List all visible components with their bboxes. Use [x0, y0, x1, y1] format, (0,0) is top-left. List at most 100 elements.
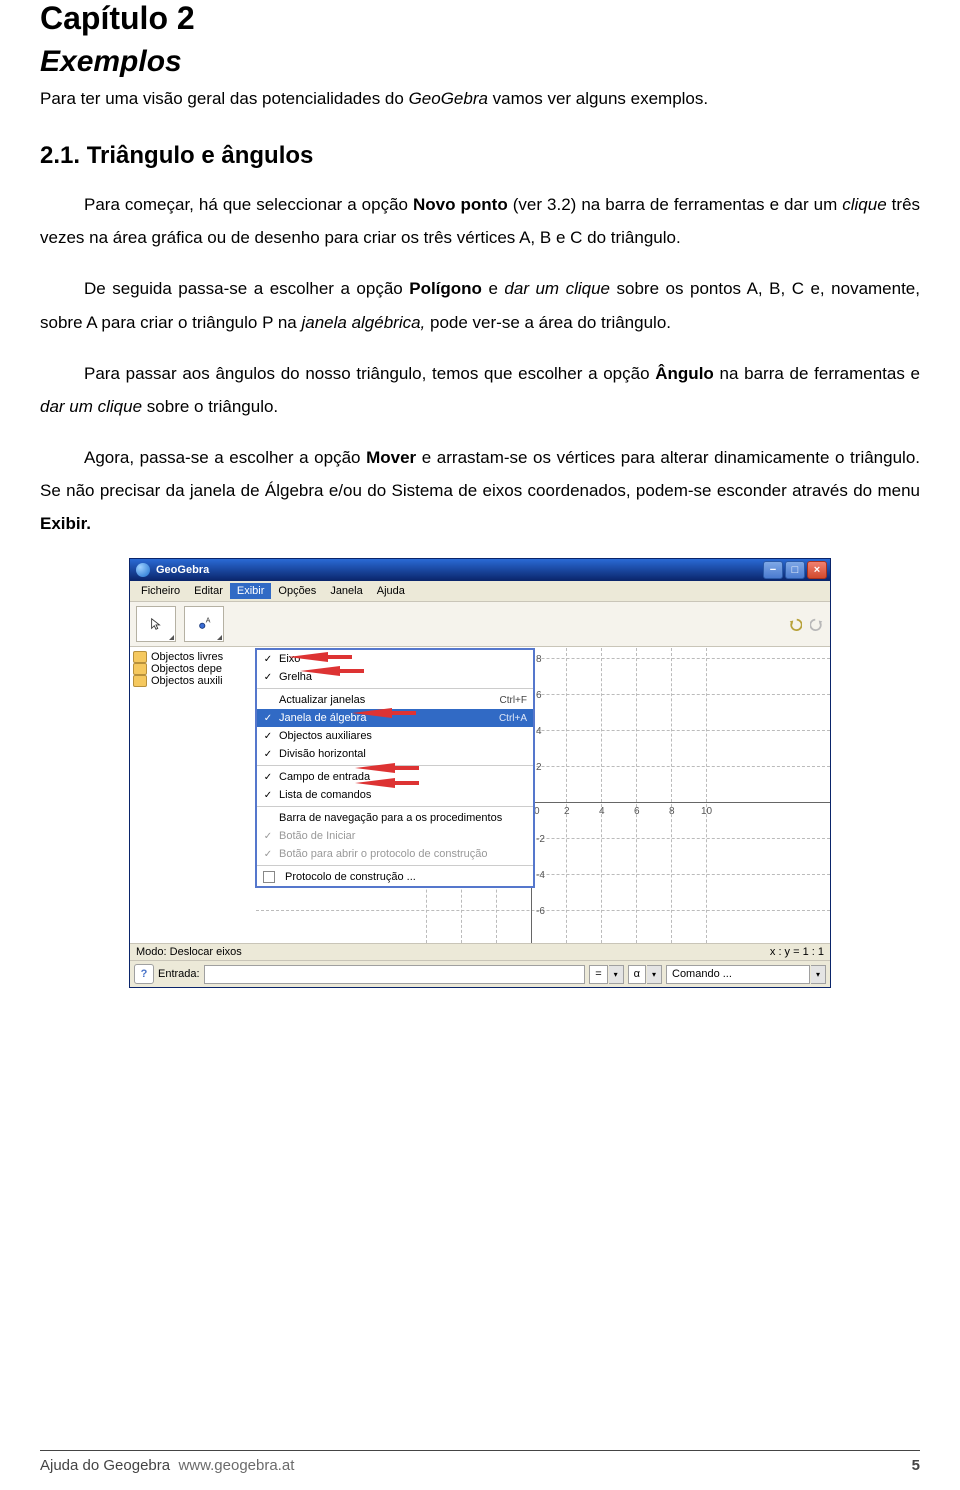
axis-label: -4: [536, 870, 545, 881]
check-icon: ✓: [263, 731, 273, 742]
page-number: 5: [912, 1457, 920, 1474]
text-italic: dar um clique: [504, 279, 610, 298]
menu-item-botao-iniciar: ✓ Botão de Iniciar: [257, 827, 533, 845]
axis-label: 4: [599, 806, 605, 817]
text: (ver 3.2) na barra de ferramentas e dar …: [508, 195, 843, 214]
menu-ajuda[interactable]: Ajuda: [370, 583, 412, 599]
text-italic: GeoGebra: [409, 89, 488, 108]
check-icon: ✓: [263, 749, 273, 760]
menu-separator: [257, 865, 533, 866]
shortcut: Ctrl+A: [499, 713, 527, 724]
menu-ficheiro[interactable]: Ficheiro: [134, 583, 187, 599]
chevron-down-icon: ▾: [647, 965, 662, 984]
text: na barra de ferramentas e: [714, 364, 920, 383]
symbol-equals-dropdown[interactable]: =▾: [589, 965, 623, 984]
redo-icon[interactable]: [810, 617, 824, 631]
annotation-arrow-icon: [352, 708, 392, 718]
footer-title: Ajuda do Geogebra: [40, 1457, 170, 1474]
menu-item-lista-comandos[interactable]: ✓ Lista de comandos: [257, 786, 533, 804]
status-ratio: x : y = 1 : 1: [770, 946, 824, 958]
menu-opcoes[interactable]: Opções: [271, 583, 323, 599]
menu-item-grelha[interactable]: ✓Grelha: [257, 668, 533, 686]
folder-icon: [133, 663, 147, 675]
maximize-button[interactable]: □: [785, 561, 805, 579]
check-icon: ✓: [263, 790, 273, 801]
menu-item-actualizar[interactable]: Actualizar janelas Ctrl+F: [257, 691, 533, 709]
screenshot-figure: GeoGebra − □ × Ficheiro Editar Exibir Op…: [40, 558, 920, 988]
dropdown-value: Comando ...: [666, 965, 810, 984]
minimize-button[interactable]: −: [763, 561, 783, 579]
chapter-subtitle: Exemplos: [40, 45, 920, 79]
text-bold: Ângulo: [655, 364, 714, 383]
menu-item-botao-abrir: ✓Botão para abrir o protocolo de constru…: [257, 845, 533, 863]
annotation-arrow-icon: [288, 652, 328, 662]
paragraph: De seguida passa-se a escolher a opção P…: [40, 272, 920, 338]
menu-janela[interactable]: Janela: [323, 583, 369, 599]
annotation-arrow-icon: [355, 778, 395, 788]
text: De seguida passa-se a escolher a opção: [84, 279, 409, 298]
app-window: GeoGebra − □ × Ficheiro Editar Exibir Op…: [129, 558, 831, 988]
axis-label: 6: [634, 806, 640, 817]
tool-point[interactable]: A: [184, 606, 224, 642]
menu-item-protocolo[interactable]: Protocolo de construção ...: [257, 868, 533, 886]
dropdown-value: =: [589, 965, 607, 984]
shortcut: Ctrl+F: [500, 695, 528, 706]
text: vamos ver alguns exemplos.: [488, 89, 708, 108]
check-icon: ✓: [263, 831, 273, 842]
folder-dependent[interactable]: Objectos depe: [133, 663, 253, 675]
square-icon: [263, 871, 275, 883]
footer-rule: [40, 1450, 920, 1451]
lead-paragraph: Para ter uma visão geral das potencialid…: [40, 85, 920, 112]
paragraph: Para começar, há que seleccionar a opção…: [40, 188, 920, 254]
text-italic: dar um clique: [40, 397, 142, 416]
tool-move[interactable]: [136, 606, 176, 642]
menu-separator: [257, 688, 533, 689]
status-bar: Modo: Deslocar eixos x : y = 1 : 1: [130, 943, 830, 960]
menu-label: Lista de comandos: [279, 789, 371, 801]
command-dropdown[interactable]: Comando ...▾: [666, 965, 826, 984]
annotation-arrow-icon: [355, 763, 395, 773]
axis-label: 2: [564, 806, 570, 817]
algebra-panel: Objectos livres Objectos depe Objectos a…: [130, 648, 256, 943]
folder-label: Objectos depe: [151, 663, 222, 675]
help-button[interactable]: ?: [134, 964, 154, 984]
axis-label: 10: [701, 806, 712, 817]
menu-item-obj-aux[interactable]: ✓ Objectos auxiliares: [257, 727, 533, 745]
status-mode: Modo: Deslocar eixos: [136, 946, 242, 958]
undo-icon[interactable]: [788, 617, 802, 631]
text-italic: clique: [842, 195, 886, 214]
check-icon: ✓: [263, 672, 273, 683]
app-icon: [136, 563, 150, 577]
symbol-alpha-dropdown[interactable]: α▾: [628, 965, 662, 984]
menu-item-barra-nav[interactable]: Barra de navegação para a os procediment…: [257, 809, 533, 827]
axis-label: 8: [536, 654, 542, 665]
text: Para começar, há que seleccionar a opção: [84, 195, 413, 214]
text-italic: janela algébrica,: [301, 313, 425, 332]
menu-exibir[interactable]: Exibir: [230, 583, 272, 599]
axis-label: -6: [536, 906, 545, 917]
axis-label: 6: [536, 690, 542, 701]
dropdown-value: α: [628, 965, 646, 984]
axis-label: 2: [536, 762, 542, 773]
svg-text:A: A: [206, 618, 211, 625]
command-input[interactable]: [204, 965, 586, 984]
menu-label: Objectos auxiliares: [279, 730, 372, 742]
folder-auxiliary[interactable]: Objectos auxili: [133, 675, 253, 687]
text: sobre o triângulo.: [142, 397, 278, 416]
annotation-arrow-icon: [300, 666, 340, 676]
menu-item-div-horiz[interactable]: ✓Divisão horizontal: [257, 745, 533, 763]
paragraph: Agora, passa-se a escolher a opção Mover…: [40, 441, 920, 540]
input-bar: ? Entrada: =▾ α▾ Comando ...▾: [130, 960, 830, 987]
text: Para passar aos ângulos do nosso triângu…: [84, 364, 655, 383]
paragraph: Para passar aos ângulos do nosso triângu…: [40, 357, 920, 423]
menu-label: Botão de Iniciar: [279, 830, 355, 842]
folder-free[interactable]: Objectos livres: [133, 651, 253, 663]
point-icon: A: [197, 617, 211, 631]
check-icon: ✓: [263, 654, 273, 665]
cursor-icon: [149, 617, 163, 631]
menu-editar[interactable]: Editar: [187, 583, 230, 599]
chevron-down-icon: ▾: [811, 965, 826, 984]
close-button[interactable]: ×: [807, 561, 827, 579]
menu-label: Actualizar janelas: [279, 694, 365, 706]
menu-separator: [257, 806, 533, 807]
